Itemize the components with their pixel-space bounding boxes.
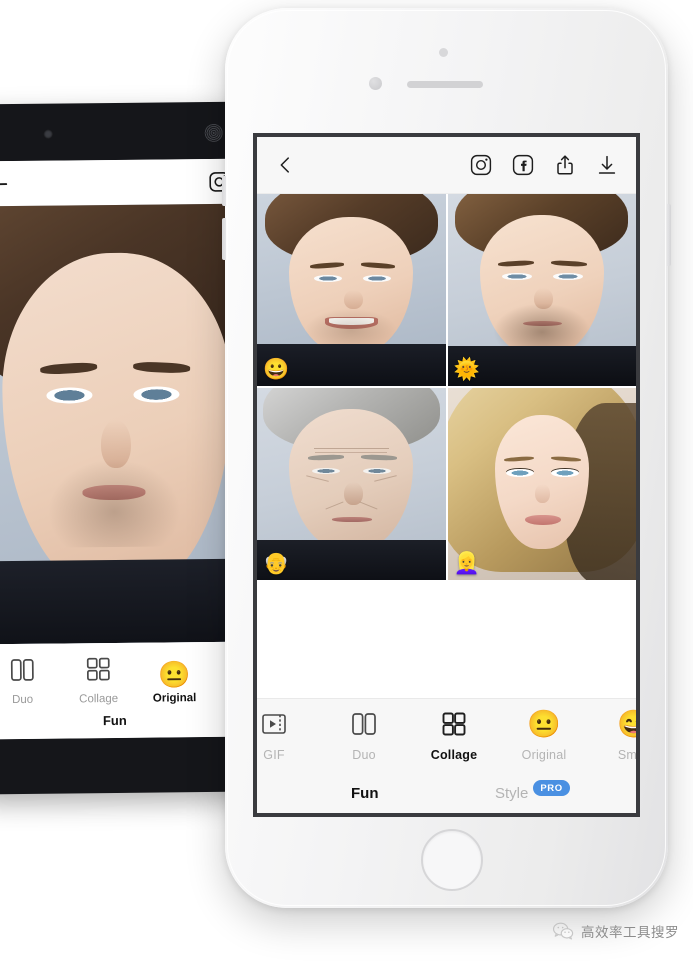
android-app-header: [0, 158, 246, 207]
iphone-volume-up-button[interactable]: [222, 176, 226, 206]
android-tab-label: Collage: [79, 692, 119, 706]
tab-label: Collage: [430, 748, 478, 762]
wechat-watermark: 高效率工具搜罗: [552, 920, 679, 942]
iphone-screen: 😀 🌞: [253, 133, 640, 817]
android-effect-tabs: Duo Collage 😐 Original: [0, 642, 251, 707]
android-tab-collage[interactable]: Collage: [60, 655, 137, 706]
header-action-icons: [469, 153, 619, 177]
android-category-row: Fun: [0, 704, 251, 737]
effect-tab-strip[interactable]: GIF Duo Collage 😐 Original Smi: [257, 699, 636, 773]
collage-grid: 😀 🌞: [257, 194, 636, 580]
collage-cell-smile[interactable]: 😀: [257, 194, 446, 386]
tab-label: Smile: [617, 748, 640, 762]
android-tab-duo[interactable]: Duo: [0, 656, 61, 707]
page-root: Duo Collage: [0, 0, 693, 962]
tab-label: Duo: [352, 748, 376, 762]
share-icon[interactable]: [553, 153, 577, 177]
app-header: [257, 137, 636, 194]
duo-icon: [349, 707, 379, 741]
collage-icon: [84, 655, 112, 688]
iphone-front-camera: [369, 77, 382, 90]
tab-label: Original: [521, 748, 567, 762]
cell-effect-badge: 👴: [263, 552, 290, 575]
download-icon[interactable]: [595, 153, 619, 177]
android-back-icon[interactable]: [0, 172, 11, 196]
back-icon[interactable]: [274, 154, 296, 176]
cell-effect-badge: 😀: [263, 358, 290, 381]
wechat-logo-icon: [552, 920, 574, 942]
pro-badge: PRO: [533, 780, 570, 796]
android-tab-original[interactable]: 😐 Original: [136, 659, 212, 705]
gif-icon: [259, 707, 289, 741]
duo-icon: [8, 656, 36, 689]
category-style-label: Style: [495, 784, 529, 802]
android-earpiece-speaker: [204, 123, 223, 143]
iphone-home-button[interactable]: [421, 829, 483, 891]
tab-gif[interactable]: GIF: [257, 707, 319, 762]
iphone-power-button[interactable]: [667, 204, 671, 266]
tab-smile[interactable]: 😄 Smile: [589, 707, 640, 762]
collage-cell-old[interactable]: 👴: [257, 388, 446, 580]
iphone-earpiece-speaker: [407, 81, 483, 88]
category-fun[interactable]: Fun: [351, 785, 379, 802]
neutral-face-emoji-icon: 😐: [527, 708, 561, 739]
iphone-volume-down-button[interactable]: [222, 218, 226, 260]
neutral-face-emoji-icon: 😐: [158, 659, 191, 690]
tab-original[interactable]: 😐 Original: [499, 707, 589, 762]
tab-collage[interactable]: Collage: [409, 707, 499, 762]
instagram-icon[interactable]: [469, 153, 493, 177]
android-bottom-toolbar: Duo Collage 😐 Original Fun: [0, 641, 252, 740]
facebook-icon[interactable]: [511, 153, 535, 177]
android-category-fun[interactable]: Fun: [103, 712, 127, 727]
collage-cell-female[interactable]: 👱‍♀️: [447, 388, 636, 580]
android-screen: Duo Collage 😐 Original Fun: [0, 158, 252, 740]
collage-icon: [439, 707, 469, 741]
android-front-camera: [43, 129, 53, 139]
android-tab-label: Duo: [12, 693, 34, 707]
cell-effect-badge: 👱‍♀️: [453, 552, 480, 575]
collage-cell-bright[interactable]: 🌞: [447, 194, 636, 386]
android-tab-label: Original: [152, 692, 197, 705]
category-style[interactable]: Style PRO: [495, 780, 570, 802]
watermark-text: 高效率工具搜罗: [581, 925, 679, 940]
android-photo-preview: [0, 203, 251, 645]
category-row: Fun Style PRO: [257, 773, 636, 813]
cell-effect-badge: 🌞: [453, 358, 480, 381]
bottom-toolbar: GIF Duo Collage 😐 Original Smi Fun Style…: [257, 698, 636, 813]
tab-duo[interactable]: Duo: [319, 707, 409, 762]
canvas-whitespace: [257, 580, 636, 662]
iphone-mockup: 😀 🌞: [222, 8, 671, 908]
grinning-face-emoji-icon: 😄: [617, 707, 636, 741]
tab-label: GIF: [263, 748, 285, 762]
iphone-proximity-sensor: [439, 48, 448, 57]
